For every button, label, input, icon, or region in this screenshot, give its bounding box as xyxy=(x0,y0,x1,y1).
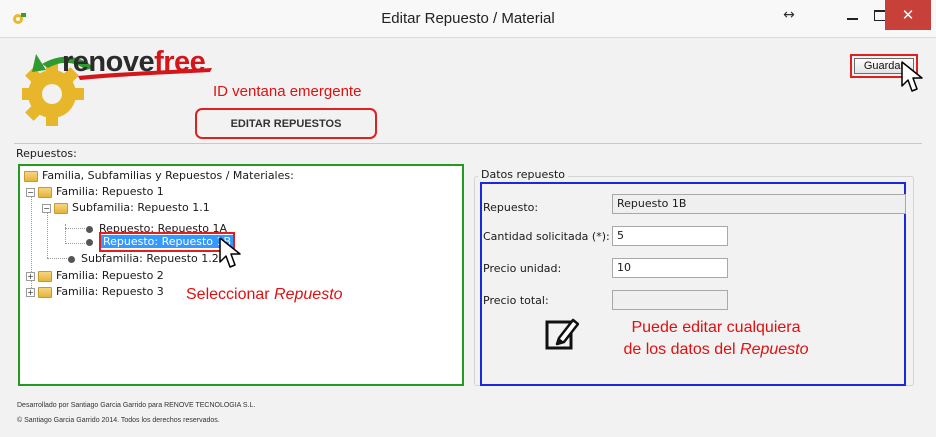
cursor-icon xyxy=(219,237,241,268)
selection-highlight: Repuesto: Repuesto 1B xyxy=(99,232,236,252)
datos-repuesto-legend: Datos repuesto xyxy=(478,168,569,181)
tree-connector xyxy=(65,224,66,244)
folder-icon xyxy=(38,270,52,282)
repuestos-label: Repuestos: xyxy=(16,147,77,160)
tree-root-label: Familia, Subfamilias y Repuestos / Mater… xyxy=(42,169,294,182)
repuestos-tree[interactable]: Familia, Subfamilias y Repuestos / Mater… xyxy=(18,164,464,386)
tree-item-repuesto-1b[interactable]: Repuesto: Repuesto 1B xyxy=(86,232,236,252)
edit-icon xyxy=(545,318,579,350)
logo-text-dark: renove xyxy=(62,46,155,78)
logo-text-red: free xyxy=(154,46,206,78)
tree-item-label-selected[interactable]: Repuesto: Repuesto 1B xyxy=(101,235,234,248)
resize-icon[interactable]: ↔ xyxy=(775,0,803,30)
collapse-icon[interactable]: − xyxy=(42,203,51,213)
cantidad-input[interactable]: 5 xyxy=(612,226,728,246)
close-button[interactable]: ✕ xyxy=(885,0,931,30)
select-annotation-text: Seleccionar xyxy=(186,286,275,303)
tree-connector xyxy=(65,228,85,229)
precio-unidad-input[interactable]: 10 xyxy=(612,258,728,278)
select-annotation: Seleccionar Repuesto xyxy=(186,286,343,304)
bullet-icon xyxy=(68,255,75,263)
precio-unidad-label: Precio unidad: xyxy=(483,262,562,275)
repuesto-field: Repuesto 1B xyxy=(612,194,906,214)
logo-wordmark: renovefree xyxy=(62,46,206,79)
folder-icon xyxy=(38,186,52,198)
minimize-button[interactable] xyxy=(838,0,866,30)
tree-item-familia-3[interactable]: + Familia: Repuesto 3 xyxy=(26,284,164,300)
expand-icon[interactable]: + xyxy=(26,287,35,297)
edit-annotation-line1: Puede editar cualquiera xyxy=(631,319,801,336)
footer-copyright: © Santiago Garcia Garrido 2014. Todos lo… xyxy=(17,417,220,424)
folder-icon xyxy=(54,202,68,214)
cursor-icon xyxy=(901,61,923,92)
window-id-box: EDITAR REPUESTOS xyxy=(195,108,377,139)
tree-item-label: Subfamilia: Repuesto 1.2 xyxy=(81,252,219,265)
tree-item-subfamilia-1-2[interactable]: Subfamilia: Repuesto 1.2 xyxy=(68,251,219,267)
expand-icon[interactable]: + xyxy=(26,271,35,281)
precio-total-field xyxy=(612,290,728,310)
precio-total-label: Precio total: xyxy=(483,294,549,307)
edit-annotation-line2-text: de los datos del xyxy=(623,341,741,358)
tree-root[interactable]: Familia, Subfamilias y Repuestos / Mater… xyxy=(24,168,294,184)
bullet-icon xyxy=(86,225,93,233)
select-annotation-em: Repuesto xyxy=(274,286,343,303)
edit-annotation: Puede editar cualquiera de los datos del… xyxy=(603,317,829,361)
bullet-icon xyxy=(86,238,93,246)
header-separator xyxy=(14,143,922,144)
tree-item-subfamilia-1-1[interactable]: − Subfamilia: Repuesto 1.1 xyxy=(42,200,210,216)
edit-annotation-line2-em: Repuesto xyxy=(740,341,809,358)
tree-connector xyxy=(65,243,85,244)
id-annotation-label: ID ventana emergente xyxy=(213,83,362,100)
footer-credit: Desarrollado por Santiago Garcia Garrido… xyxy=(17,402,256,409)
tree-item-label: Familia: Repuesto 2 xyxy=(56,269,164,282)
tree-item-label: Familia: Repuesto 1 xyxy=(56,185,164,198)
folder-icon xyxy=(24,170,38,182)
tree-item-familia-2[interactable]: + Familia: Repuesto 2 xyxy=(26,268,164,284)
tree-item-label: Subfamilia: Repuesto 1.1 xyxy=(72,201,210,214)
title-bar: Editar Repuesto / Material ↔ ✕ xyxy=(0,0,936,38)
tree-item-familia-1[interactable]: − Familia: Repuesto 1 xyxy=(26,184,164,200)
tree-item-label: Familia: Repuesto 3 xyxy=(56,285,164,298)
collapse-icon[interactable]: − xyxy=(26,187,35,197)
folder-icon xyxy=(38,286,52,298)
tree-connector xyxy=(47,258,67,259)
cantidad-label: Cantidad solicitada (*): xyxy=(483,230,610,243)
minimize-icon xyxy=(846,18,858,20)
edit-annotation-line2: de los datos del Repuesto xyxy=(603,339,829,361)
repuesto-label: Repuesto: xyxy=(483,201,539,214)
